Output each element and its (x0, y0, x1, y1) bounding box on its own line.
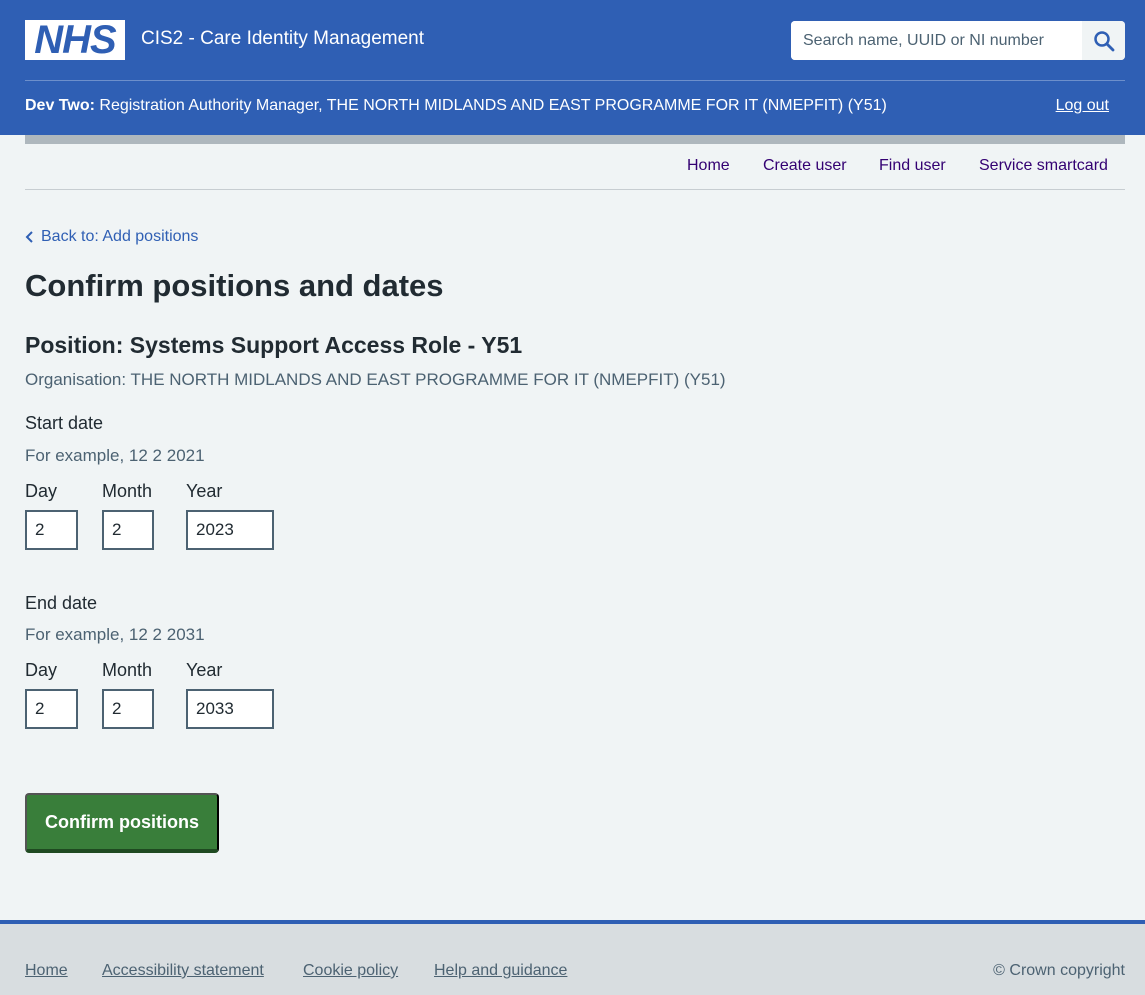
nav-item-find-user[interactable]: Find user (879, 157, 946, 175)
chevron-left-icon (25, 231, 33, 243)
footer-link-cookie-policy[interactable]: Cookie policy (303, 962, 398, 980)
footer-link-home[interactable]: Home (25, 962, 68, 980)
user-role: Registration Authority Manager, THE NORT… (94, 97, 887, 114)
start-day-input[interactable] (25, 510, 78, 550)
logout-link[interactable]: Log out (1056, 97, 1109, 115)
search-input[interactable] (791, 21, 1082, 60)
organisation-line: Organisation: THE NORTH MIDLANDS AND EAS… (25, 370, 726, 389)
site-header: NHS CIS2 - Care Identity Management Dev … (0, 0, 1145, 135)
primary-nav: Home Create user Find user Service smart… (25, 144, 1125, 190)
search-icon (1093, 30, 1114, 51)
user-info: Dev Two: Registration Authority Manager,… (25, 97, 887, 115)
footer-link-accessibility[interactable]: Accessibility statement (102, 962, 264, 980)
end-date-hint: For example, 12 2 2031 (25, 625, 205, 644)
end-month-input[interactable] (102, 689, 154, 729)
end-day-input[interactable] (25, 689, 78, 729)
search-button[interactable] (1082, 21, 1125, 60)
header-grey-bar (25, 135, 1125, 144)
position-title: Position: Systems Support Access Role - … (25, 332, 523, 358)
start-year-input[interactable] (186, 510, 274, 550)
nhs-logo[interactable]: NHS (25, 20, 125, 60)
back-link[interactable]: Back to: Add positions (25, 228, 198, 246)
start-year-label: Year (186, 481, 223, 501)
footer-link-help[interactable]: Help and guidance (434, 962, 567, 980)
nav-item-home[interactable]: Home (687, 157, 730, 175)
header-divider (25, 80, 1125, 81)
start-date-label: Start date (25, 413, 104, 433)
start-month-label: Month (102, 481, 153, 501)
copyright-text: © Crown copyright (993, 962, 1125, 979)
site-footer: Home Accessibility statement Cookie poli… (0, 920, 1145, 995)
confirm-positions-button[interactable]: Confirm positions (25, 793, 219, 853)
back-link-label: Back to: Add positions (41, 228, 199, 245)
end-month-label: Month (102, 660, 153, 680)
start-day-label: Day (25, 481, 58, 501)
user-name: Dev Two: (25, 97, 95, 114)
search-box (791, 21, 1125, 60)
end-year-input[interactable] (186, 689, 274, 729)
service-name[interactable]: CIS2 - Care Identity Management (141, 28, 424, 50)
nav-item-create-user[interactable]: Create user (763, 157, 847, 175)
start-date-hint: For example, 12 2 2021 (25, 446, 205, 465)
nav-item-service-smartcard[interactable]: Service smartcard (979, 157, 1108, 175)
nhs-logo-text: NHS (34, 18, 116, 62)
end-date-label: End date (25, 593, 98, 613)
start-month-input[interactable] (102, 510, 154, 550)
end-day-label: Day (25, 660, 58, 680)
end-year-label: Year (186, 660, 223, 680)
page-title: Confirm positions and dates (25, 268, 444, 303)
